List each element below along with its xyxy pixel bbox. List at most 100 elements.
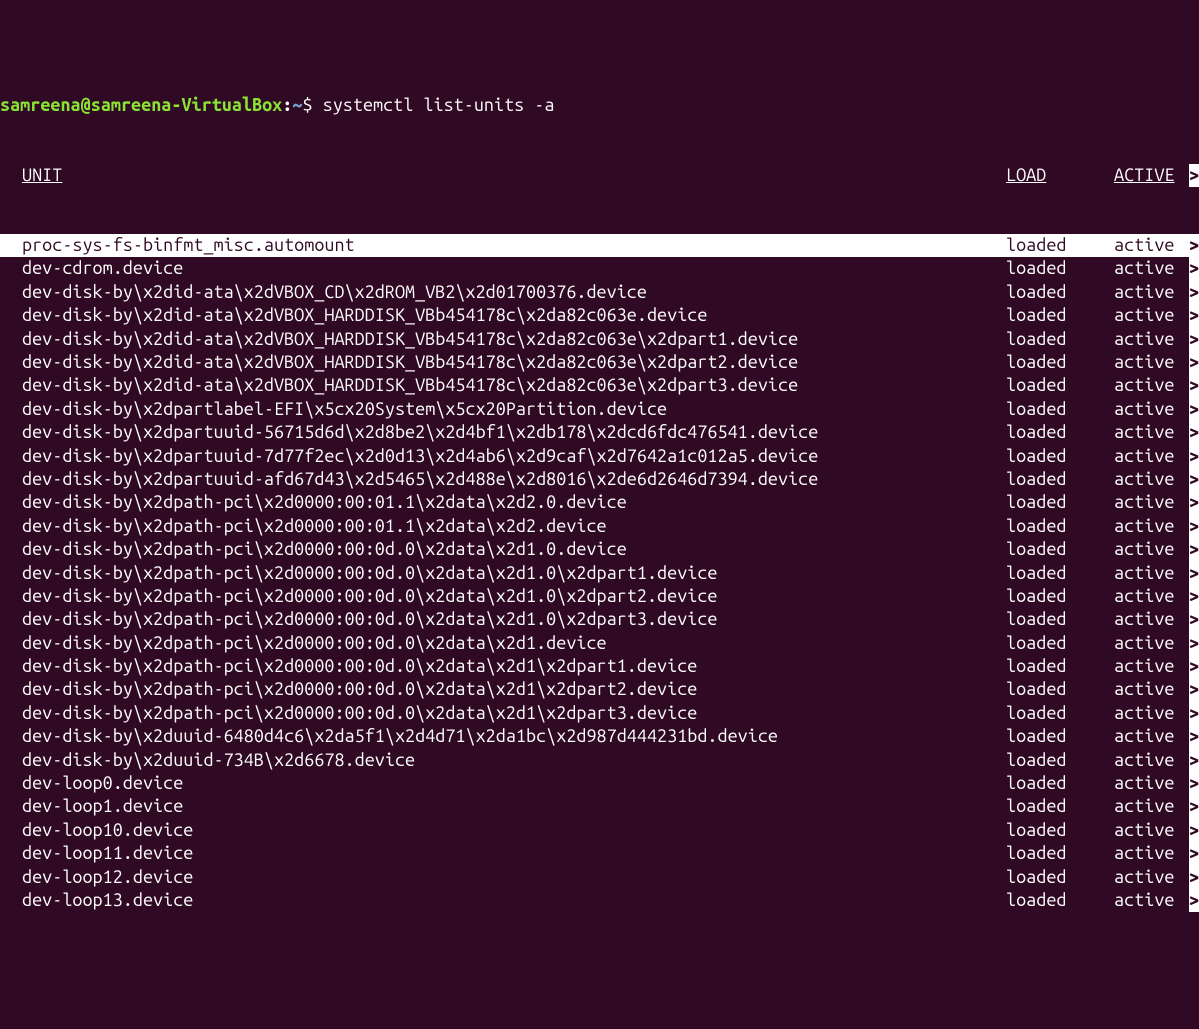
- truncate-arrow-icon: >: [1189, 819, 1199, 842]
- unit-row[interactable]: dev-disk-by\x2dpath-pci\x2d0000:00:0d.0\…: [0, 678, 1199, 701]
- unit-row[interactable]: dev-disk-by\x2dpath-pci\x2d0000:00:0d.0\…: [0, 562, 1199, 585]
- header-active: ACTIVE: [1114, 164, 1189, 187]
- unit-row[interactable]: dev-disk-by\x2dpartuuid-56715d6d\x2d8be2…: [0, 421, 1199, 444]
- truncate-arrow-icon: >: [1189, 889, 1199, 912]
- unit-row[interactable]: dev-disk-by\x2dpath-pci\x2d0000:00:01.1\…: [0, 515, 1199, 538]
- unit-row[interactable]: dev-disk-by\x2duuid-6480d4c6\x2da5f1\x2d…: [0, 725, 1199, 748]
- unit-active: active: [1114, 398, 1189, 421]
- header-load: LOAD: [1006, 164, 1114, 187]
- truncate-arrow-icon: >: [1189, 351, 1199, 374]
- unit-row[interactable]: dev-disk-by\x2dpartlabel-EFI\x5cx20Syste…: [0, 398, 1199, 421]
- unit-active: active: [1114, 819, 1189, 842]
- unit-name: dev-disk-by\x2did-ata\x2dVBOX_CD\x2dROM_…: [22, 281, 1006, 304]
- truncate-arrow-icon: >: [1189, 585, 1199, 608]
- unit-row[interactable]: dev-disk-by\x2did-ata\x2dVBOX_HARDDISK_V…: [0, 374, 1199, 397]
- unit-load: loaded: [1006, 374, 1114, 397]
- truncate-arrow-icon: >: [1189, 702, 1199, 725]
- unit-row[interactable]: dev-loop10.deviceloadedactive>: [0, 819, 1199, 842]
- unit-row[interactable]: dev-loop11.deviceloadedactive>: [0, 842, 1199, 865]
- unit-name: dev-disk-by\x2dpath-pci\x2d0000:00:0d.0\…: [22, 702, 1006, 725]
- row-indent-spacer: [10, 585, 22, 608]
- unit-name: dev-cdrom.device: [22, 257, 1006, 280]
- unit-row[interactable]: dev-disk-by\x2dpath-pci\x2d0000:00:01.1\…: [0, 491, 1199, 514]
- unit-active: active: [1114, 702, 1189, 725]
- unit-row[interactable]: dev-loop13.deviceloadedactive>: [0, 889, 1199, 912]
- unit-row[interactable]: dev-disk-by\x2did-ata\x2dVBOX_CD\x2dROM_…: [0, 281, 1199, 304]
- row-indent-spacer: [10, 328, 22, 351]
- unit-active: active: [1114, 678, 1189, 701]
- row-indent-spacer: [10, 562, 22, 585]
- prompt-path: ~: [292, 95, 302, 115]
- unit-name: dev-disk-by\x2dpath-pci\x2d0000:00:0d.0\…: [22, 678, 1006, 701]
- unit-active: active: [1114, 772, 1189, 795]
- prompt-dollar: $: [302, 95, 312, 115]
- unit-row[interactable]: dev-disk-by\x2dpath-pci\x2d0000:00:0d.0\…: [0, 632, 1199, 655]
- row-indent-spacer: [10, 702, 22, 725]
- truncate-arrow-icon: >: [1189, 515, 1199, 538]
- unit-name: dev-disk-by\x2dpartuuid-56715d6d\x2d8be2…: [22, 421, 1006, 444]
- unit-row[interactable]: dev-cdrom.deviceloadedactive>: [0, 257, 1199, 280]
- unit-row[interactable]: dev-disk-by\x2duuid-734B\x2d6678.devicel…: [0, 749, 1199, 772]
- unit-row[interactable]: dev-loop0.deviceloadedactive>: [0, 772, 1199, 795]
- row-indent-spacer: [10, 538, 22, 561]
- truncate-arrow-icon: >: [1189, 234, 1199, 257]
- unit-row[interactable]: dev-disk-by\x2dpartuuid-7d77f2ec\x2d0d13…: [0, 445, 1199, 468]
- truncate-arrow-icon: >: [1189, 866, 1199, 889]
- unit-active: active: [1114, 655, 1189, 678]
- row-indent-spacer: [10, 468, 22, 491]
- truncate-arrow-icon: >: [1189, 655, 1199, 678]
- unit-name: dev-disk-by\x2dpath-pci\x2d0000:00:01.1\…: [22, 491, 1006, 514]
- row-indent-spacer: [10, 725, 22, 748]
- unit-row[interactable]: dev-disk-by\x2did-ata\x2dVBOX_HARDDISK_V…: [0, 351, 1199, 374]
- truncate-arrow-icon: >: [1189, 562, 1199, 585]
- units-list[interactable]: proc-sys-fs-binfmt_misc.automountloadeda…: [0, 234, 1199, 912]
- unit-row[interactable]: dev-disk-by\x2dpartuuid-afd67d43\x2d5465…: [0, 468, 1199, 491]
- unit-load: loaded: [1006, 866, 1114, 889]
- truncate-arrow-icon: >: [1189, 632, 1199, 655]
- row-indent-spacer: [10, 678, 22, 701]
- row-bullet-spacer: [0, 304, 10, 327]
- unit-load: loaded: [1006, 702, 1114, 725]
- truncate-arrow-icon: >: [1189, 445, 1199, 468]
- unit-row[interactable]: dev-disk-by\x2did-ata\x2dVBOX_HARDDISK_V…: [0, 304, 1199, 327]
- unit-active: active: [1114, 585, 1189, 608]
- unit-load: loaded: [1006, 749, 1114, 772]
- unit-active: active: [1114, 725, 1189, 748]
- unit-active: active: [1114, 281, 1189, 304]
- unit-load: loaded: [1006, 772, 1114, 795]
- row-bullet-spacer: [0, 608, 10, 631]
- unit-row[interactable]: dev-disk-by\x2dpath-pci\x2d0000:00:0d.0\…: [0, 585, 1199, 608]
- row-indent-spacer: [10, 281, 22, 304]
- unit-active: active: [1114, 304, 1189, 327]
- unit-row[interactable]: proc-sys-fs-binfmt_misc.automountloadeda…: [0, 234, 1199, 257]
- unit-active: active: [1114, 608, 1189, 631]
- unit-row[interactable]: dev-disk-by\x2dpath-pci\x2d0000:00:0d.0\…: [0, 655, 1199, 678]
- row-bullet-spacer: [0, 585, 10, 608]
- row-bullet-spacer: [0, 678, 10, 701]
- truncate-arrow-icon: >: [1189, 304, 1199, 327]
- unit-row[interactable]: dev-loop1.deviceloadedactive>: [0, 795, 1199, 818]
- unit-row[interactable]: dev-loop12.deviceloadedactive>: [0, 866, 1199, 889]
- truncate-arrow-icon: >: [1189, 257, 1199, 280]
- truncate-arrow-icon: >: [1189, 468, 1199, 491]
- unit-name: dev-disk-by\x2did-ata\x2dVBOX_HARDDISK_V…: [22, 328, 1006, 351]
- unit-row[interactable]: dev-disk-by\x2did-ata\x2dVBOX_HARDDISK_V…: [0, 328, 1199, 351]
- unit-row[interactable]: dev-disk-by\x2dpath-pci\x2d0000:00:0d.0\…: [0, 702, 1199, 725]
- unit-active: active: [1114, 632, 1189, 655]
- row-indent-spacer: [10, 795, 22, 818]
- unit-name: dev-disk-by\x2did-ata\x2dVBOX_HARDDISK_V…: [22, 351, 1006, 374]
- row-indent-spacer: [10, 655, 22, 678]
- unit-active: active: [1114, 445, 1189, 468]
- prompt-colon: :: [282, 95, 292, 115]
- prompt-command[interactable]: systemctl list-units -a: [313, 95, 555, 115]
- unit-name: dev-loop1.device: [22, 795, 1006, 818]
- row-indent-spacer: [10, 234, 22, 257]
- unit-load: loaded: [1006, 842, 1114, 865]
- unit-active: active: [1114, 468, 1189, 491]
- unit-active: active: [1114, 538, 1189, 561]
- unit-load: loaded: [1006, 795, 1114, 818]
- unit-row[interactable]: dev-disk-by\x2dpath-pci\x2d0000:00:0d.0\…: [0, 608, 1199, 631]
- unit-row[interactable]: dev-disk-by\x2dpath-pci\x2d0000:00:0d.0\…: [0, 538, 1199, 561]
- row-bullet-spacer: [0, 562, 10, 585]
- row-bullet-spacer: [0, 632, 10, 655]
